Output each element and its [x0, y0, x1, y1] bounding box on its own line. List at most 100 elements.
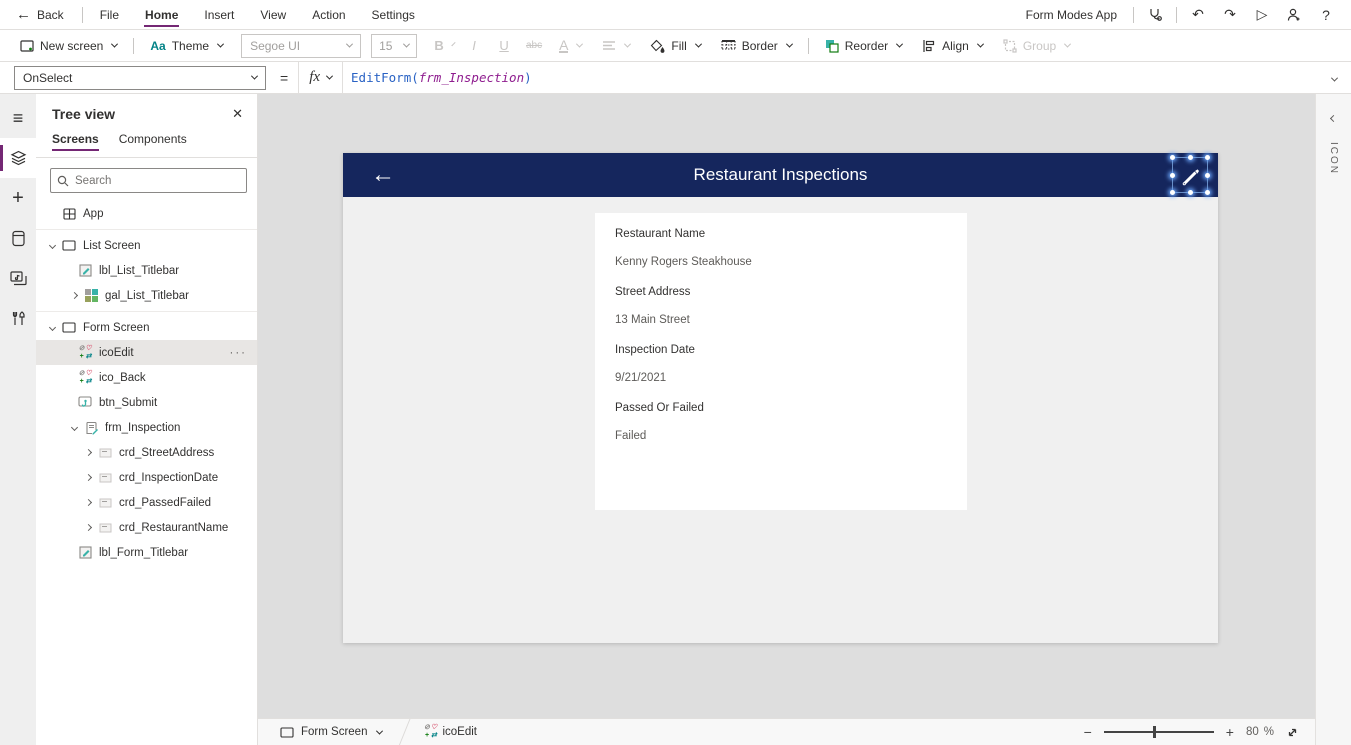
fx-button[interactable]: fx [298, 61, 344, 94]
theme-button[interactable]: Aa Theme [142, 33, 231, 59]
chevron-down-icon[interactable] [44, 241, 60, 250]
selected-control-breadcrumb[interactable]: ⊘ ♡ + ⇄ icoEdit [413, 724, 487, 740]
font-color-button[interactable]: A [551, 33, 590, 59]
chevron-right-icon[interactable] [80, 473, 96, 482]
field-value[interactable]: Kenny Rogers Steakhouse [615, 256, 947, 268]
tree-item-ico-back[interactable]: ⊘ ♡ + ⇄ ico_Back [36, 365, 257, 390]
field-value[interactable]: Failed [615, 430, 947, 442]
zoom-slider-thumb[interactable] [1153, 726, 1157, 738]
edit-pencil-icon-selected[interactable] [1170, 155, 1210, 195]
selection-handle[interactable] [1170, 173, 1175, 178]
back-button[interactable]: ← Back [0, 6, 78, 23]
menu-settings[interactable]: Settings [359, 0, 428, 30]
menu-file[interactable]: File [87, 0, 132, 30]
group-button[interactable]: Group [995, 33, 1078, 59]
form-screen-artboard[interactable]: ← Restaurant Inspections Restaurant Name… [343, 153, 1218, 643]
selection-handle[interactable] [1205, 155, 1210, 160]
tree-item-crd-inspectiondate[interactable]: crd_InspectionDate [36, 465, 257, 490]
undo-icon[interactable]: ↶ [1183, 0, 1213, 30]
fill-button[interactable]: Fill [642, 33, 708, 59]
field-value[interactable]: 13 Main Street [615, 314, 947, 326]
advanced-tools-nav-icon[interactable] [0, 298, 36, 338]
align-objects-icon [923, 39, 935, 52]
screen-titlebar[interactable]: ← Restaurant Inspections [343, 153, 1218, 197]
chevron-right-icon[interactable] [80, 523, 96, 532]
media-nav-icon[interactable] [0, 258, 36, 298]
menu-view[interactable]: View [247, 0, 299, 30]
underline-button[interactable]: U [491, 33, 517, 59]
search-input[interactable] [75, 174, 240, 187]
formula-expand-chevron[interactable] [1329, 71, 1351, 85]
tree-item-crd-streetaddress[interactable]: crd_StreetAddress [36, 440, 257, 465]
tree-item-app[interactable]: App [36, 201, 257, 226]
redo-icon[interactable]: ↷ [1215, 0, 1245, 30]
reorder-button[interactable]: Reorder [817, 33, 910, 59]
tree-item-crd-passedfailed[interactable]: crd_PassedFailed [36, 490, 257, 515]
zoom-out-icon[interactable]: − [1084, 724, 1092, 740]
font-family-select[interactable]: Segoe UI [241, 33, 362, 58]
selection-handle[interactable] [1205, 190, 1210, 195]
selection-handle[interactable] [1170, 155, 1175, 160]
tree-item-list-screen[interactable]: List Screen [36, 233, 257, 258]
selection-handle[interactable] [1205, 173, 1210, 178]
more-options-icon[interactable]: ··· [230, 347, 248, 359]
tree-item-lbl-list-titlebar[interactable]: lbl_List_Titlebar [36, 258, 257, 283]
selection-handle[interactable] [1188, 190, 1193, 195]
selection-handle[interactable] [1188, 155, 1193, 160]
text-align-button[interactable] [594, 33, 638, 59]
tree-item-icoedit[interactable]: ⊘ ♡ + ⇄ icoEdit ··· [36, 340, 257, 365]
field-value[interactable]: 9/21/2021 [615, 372, 947, 384]
selection-handle[interactable] [1170, 190, 1175, 195]
fit-to-window-icon[interactable] [1286, 726, 1299, 739]
search-icon [57, 175, 69, 186]
help-icon[interactable]: ? [1311, 0, 1341, 30]
divider [81, 6, 83, 23]
tree-search[interactable] [50, 168, 247, 193]
hamburger-menu-icon[interactable]: ≡ [0, 98, 36, 138]
tree-item-btn-submit[interactable]: btn_Submit [36, 390, 257, 415]
chevron-right-icon[interactable] [80, 498, 96, 507]
left-rail: ≡ + [0, 94, 36, 745]
canvas-area: ← Restaurant Inspections Restaurant Name… [258, 94, 1315, 745]
zoom-in-icon[interactable]: + [1226, 724, 1234, 740]
zoom-slider[interactable] [1103, 726, 1214, 738]
app-checker-icon[interactable] [1140, 0, 1170, 30]
chevron-right-icon[interactable] [66, 291, 82, 300]
chevron-down-icon[interactable] [44, 323, 60, 332]
tree-view-nav-icon[interactable] [0, 138, 36, 178]
bold-button[interactable]: B [431, 33, 457, 59]
share-user-icon[interactable] [1279, 0, 1309, 30]
formula-input[interactable]: EditForm(frm_Inspection) [343, 70, 532, 85]
italic-button[interactable]: I [461, 33, 487, 59]
menu-home[interactable]: Home [132, 0, 191, 30]
divider [1133, 6, 1134, 23]
tree-item-gal-list-titlebar[interactable]: gal_List_Titlebar [36, 283, 257, 308]
expand-panel-chevron-icon[interactable] [1329, 110, 1338, 124]
tree-view-title: Tree view [52, 106, 116, 122]
tab-components[interactable]: Components [119, 132, 187, 150]
tree-item-crd-restaurantname[interactable]: crd_RestaurantName [36, 515, 257, 540]
font-size-select[interactable]: 15 [371, 33, 418, 58]
tree-item-form-screen[interactable]: Form Screen [36, 315, 257, 340]
insert-nav-icon[interactable]: + [0, 178, 36, 218]
close-icon[interactable]: ✕ [232, 106, 243, 122]
tab-screens[interactable]: Screens [52, 132, 99, 151]
data-nav-icon[interactable] [0, 218, 36, 258]
align-button[interactable]: Align [914, 33, 991, 59]
card-control-icon [96, 448, 114, 458]
menubar-right: Form Modes App ↶ ↷ ▷ ? [1026, 0, 1351, 30]
screen-selector[interactable]: Form Screen [258, 719, 396, 745]
icon-control-icon: ⊘ ♡ + ⇄ [424, 724, 438, 739]
tree-item-lbl-form-titlebar[interactable]: lbl_Form_Titlebar [36, 540, 257, 565]
strikethrough-button[interactable]: abc [521, 33, 547, 59]
tree-item-frm-inspection[interactable]: frm_Inspection [36, 415, 257, 440]
menu-action[interactable]: Action [299, 0, 358, 30]
border-button[interactable]: Border [713, 33, 800, 59]
inspection-form[interactable]: Restaurant Name Kenny Rogers Steakhouse … [595, 213, 967, 510]
new-screen-button[interactable]: New screen [12, 33, 125, 59]
chevron-down-icon[interactable] [66, 423, 82, 432]
property-selector[interactable]: OnSelect [14, 65, 266, 90]
menu-insert[interactable]: Insert [191, 0, 247, 30]
chevron-right-icon[interactable] [80, 448, 96, 457]
preview-play-icon[interactable]: ▷ [1247, 0, 1277, 30]
